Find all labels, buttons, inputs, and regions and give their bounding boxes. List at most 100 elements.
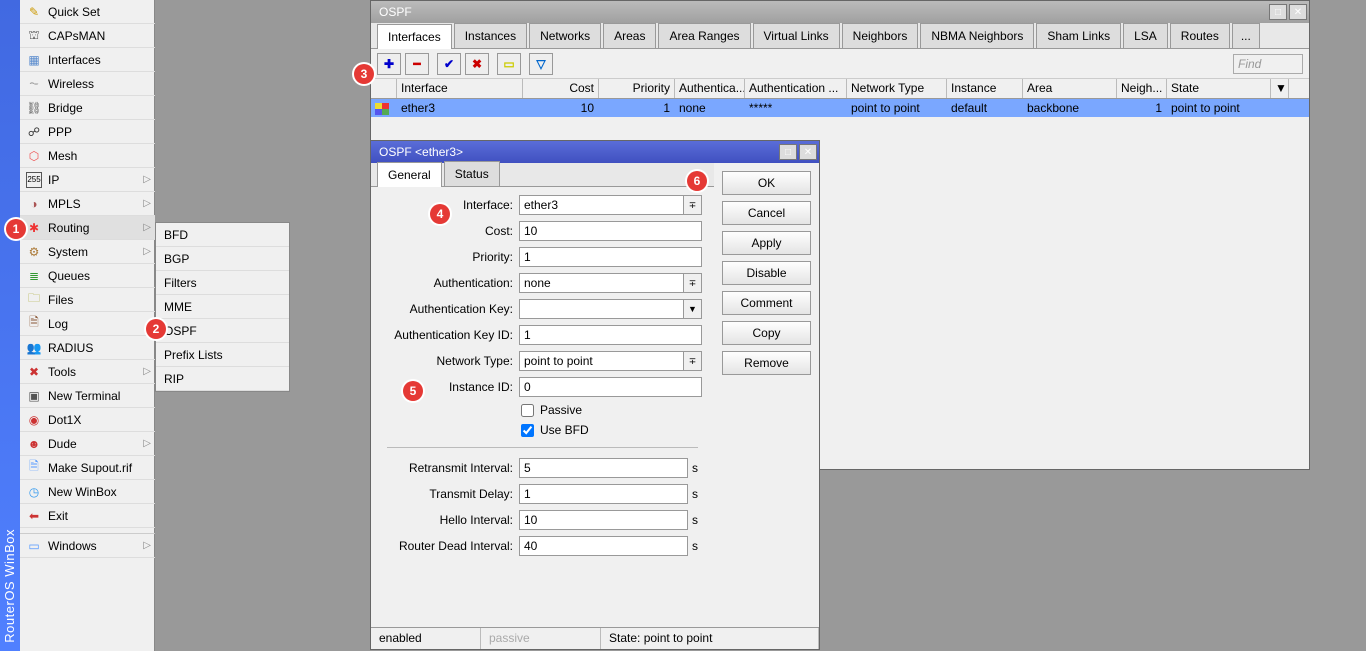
comment-button[interactable]: ▭ <box>497 53 521 75</box>
sub-bgp[interactable]: BGP <box>156 247 289 271</box>
col-authkey[interactable]: Authentication ... <box>745 79 847 98</box>
col-interface[interactable]: Interface <box>397 79 523 98</box>
remove-button[interactable]: ━ <box>405 53 429 75</box>
find-input[interactable]: Find <box>1233 54 1303 74</box>
unit-s: s <box>692 487 702 501</box>
menu-queues[interactable]: ≣Queues <box>20 264 155 288</box>
sub-prefixlists[interactable]: Prefix Lists <box>156 343 289 367</box>
authkeyid-input[interactable] <box>519 325 702 345</box>
menu-capsman[interactable]: ⛫CAPsMAN <box>20 24 155 48</box>
priority-input[interactable] <box>519 247 702 267</box>
tab-areas[interactable]: Areas <box>603 23 656 48</box>
menu-supout[interactable]: 🗎Make Supout.rif <box>20 456 155 480</box>
interface-input[interactable] <box>519 195 684 215</box>
menu-interfaces[interactable]: ▦Interfaces <box>20 48 155 72</box>
menu-ip[interactable]: 255IP▷ <box>20 168 155 192</box>
expand-icon[interactable]: ▼ <box>684 299 702 319</box>
tab-nbma[interactable]: NBMA Neighbors <box>920 23 1034 48</box>
dead-input[interactable] <box>519 536 688 556</box>
menu-bridge[interactable]: ⛓Bridge <box>20 96 155 120</box>
maximize-button[interactable]: □ <box>1269 4 1287 20</box>
menu-winbox[interactable]: ◷New WinBox <box>20 480 155 504</box>
tab-sham[interactable]: Sham Links <box>1036 23 1121 48</box>
instid-input[interactable] <box>519 377 702 397</box>
authkey-input[interactable] <box>519 299 684 319</box>
menu-mesh[interactable]: ⬡Mesh <box>20 144 155 168</box>
col-ntype[interactable]: Network Type <box>847 79 947 98</box>
tab-more[interactable]: ... <box>1232 23 1260 48</box>
menu-dude[interactable]: ☻Dude▷ <box>20 432 155 456</box>
dropdown-icon[interactable]: ∓ <box>684 195 702 215</box>
col-dropdown[interactable]: ▼ <box>1271 79 1289 98</box>
tab-networks[interactable]: Networks <box>529 23 601 48</box>
disable-button[interactable]: Disable <box>722 261 811 285</box>
menu-routing[interactable]: ✱Routing▷ <box>20 216 155 240</box>
add-button[interactable]: ✚ <box>377 53 401 75</box>
menu-dot1x[interactable]: ◉Dot1X <box>20 408 155 432</box>
tab-interfaces[interactable]: Interfaces <box>377 24 452 49</box>
close-button[interactable]: ✕ <box>1289 4 1307 20</box>
dropdown-icon[interactable]: ∓ <box>684 273 702 293</box>
tab-lsa[interactable]: LSA <box>1123 23 1168 48</box>
sub-ospf[interactable]: OSPF <box>156 319 289 343</box>
tab-label: Neighbors <box>853 29 908 43</box>
col-icon[interactable] <box>371 79 397 98</box>
tab-status[interactable]: Status <box>444 161 500 186</box>
tab-routes[interactable]: Routes <box>1170 23 1230 48</box>
ntype-input[interactable] <box>519 351 684 371</box>
menu-ppp[interactable]: ☍PPP <box>20 120 155 144</box>
apply-button[interactable]: Apply <box>722 231 811 255</box>
ok-button[interactable]: OK <box>722 171 811 195</box>
menu-quickset[interactable]: ✎Quick Set <box>20 0 155 24</box>
tab-neighbors[interactable]: Neighbors <box>842 23 919 48</box>
tab-instances[interactable]: Instances <box>454 23 527 48</box>
copy-button[interactable]: Copy <box>722 321 811 345</box>
retrans-input[interactable] <box>519 458 688 478</box>
menu-system[interactable]: ⚙System▷ <box>20 240 155 264</box>
sub-mme[interactable]: MME <box>156 295 289 319</box>
enable-button[interactable]: ✔ <box>437 53 461 75</box>
sub-bfd[interactable]: BFD <box>156 223 289 247</box>
menu-radius[interactable]: 👥RADIUS <box>20 336 155 360</box>
usebfd-checkbox[interactable] <box>521 424 534 437</box>
menu-wireless[interactable]: ⏦Wireless <box>20 72 155 96</box>
menu-terminal[interactable]: ▣New Terminal <box>20 384 155 408</box>
dropdown-icon[interactable]: ∓ <box>684 351 702 371</box>
auth-input[interactable] <box>519 273 684 293</box>
sub-filters[interactable]: Filters <box>156 271 289 295</box>
col-auth[interactable]: Authentica... <box>675 79 745 98</box>
tab-general[interactable]: General <box>377 162 442 187</box>
menu-exit[interactable]: ⬅Exit <box>20 504 155 528</box>
disable-button[interactable]: ✖ <box>465 53 489 75</box>
close-button[interactable]: ✕ <box>799 144 817 160</box>
col-neigh[interactable]: Neigh... <box>1117 79 1167 98</box>
comment-button[interactable]: Comment <box>722 291 811 315</box>
filter-button[interactable]: ▽ <box>529 53 553 75</box>
col-instance[interactable]: Instance <box>947 79 1023 98</box>
tab-vlinks[interactable]: Virtual Links <box>753 23 840 48</box>
cost-input[interactable] <box>519 221 702 241</box>
menu-windows[interactable]: ▭Windows▷ <box>20 534 155 558</box>
menu-log[interactable]: 🗎Log <box>20 312 155 336</box>
maximize-button[interactable]: □ <box>779 144 797 160</box>
menu-mpls[interactable]: ◑MPLS▷ <box>20 192 155 216</box>
menu-files[interactable]: 🗀Files <box>20 288 155 312</box>
mesh-icon: ⬡ <box>26 148 42 164</box>
window-title: OSPF <ether3> <box>379 145 463 159</box>
grid-row[interactable]: ether3 10 1 none ***** point to point de… <box>371 99 1309 117</box>
tdelay-input[interactable] <box>519 484 688 504</box>
col-cost[interactable]: Cost <box>523 79 599 98</box>
cancel-button[interactable]: Cancel <box>722 201 811 225</box>
remove-button[interactable]: Remove <box>722 351 811 375</box>
hello-input[interactable] <box>519 510 688 530</box>
ospf-titlebar[interactable]: OSPF □ ✕ <box>371 1 1309 23</box>
passive-checkbox[interactable] <box>521 404 534 417</box>
menu-tools[interactable]: ✖Tools▷ <box>20 360 155 384</box>
passive-label: Passive <box>540 403 582 417</box>
col-area[interactable]: Area <box>1023 79 1117 98</box>
tab-arearanges[interactable]: Area Ranges <box>658 23 750 48</box>
sub-rip[interactable]: RIP <box>156 367 289 391</box>
dialog-titlebar[interactable]: OSPF <ether3> □ ✕ <box>371 141 819 163</box>
col-state[interactable]: State <box>1167 79 1271 98</box>
col-priority[interactable]: Priority <box>599 79 675 98</box>
